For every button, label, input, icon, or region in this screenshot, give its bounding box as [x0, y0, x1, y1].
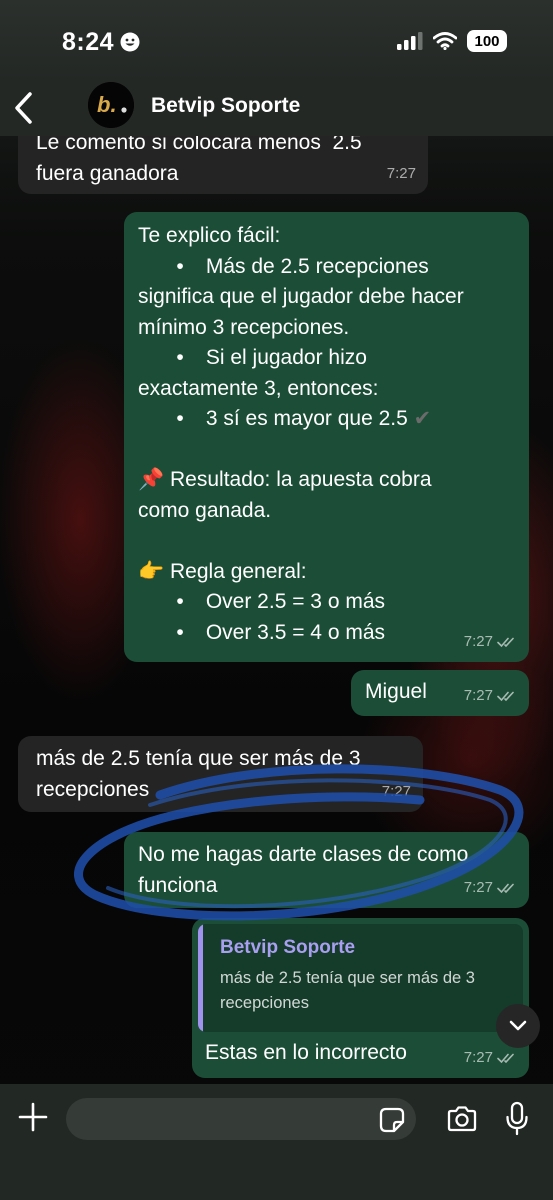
read-ticks-icon	[497, 1053, 514, 1063]
bullet: •	[176, 407, 184, 430]
message-line: mínimo 3 recepciones.	[138, 315, 350, 339]
message-meta: 7:27	[464, 873, 517, 904]
line-text: Regla general:	[170, 559, 307, 583]
message-time: 7:27	[463, 686, 493, 704]
message-meta: 7:27	[382, 777, 411, 808]
message-time: 7:27	[463, 878, 493, 896]
line-text: Más de 2.5 recepciones	[205, 254, 429, 278]
chat-header: b. Betvip Soporte	[0, 80, 553, 136]
message-line: • Over 3.5 = 4 o más	[138, 618, 515, 649]
contact-avatar[interactable]: b.	[88, 82, 134, 128]
message-time: 7:27	[386, 164, 416, 182]
chevron-down-icon	[509, 1020, 527, 1031]
message-line: • Over 2.5 = 3 o más	[138, 587, 515, 618]
plus-icon[interactable]	[18, 1102, 48, 1132]
message-meta: 7:27	[464, 1043, 517, 1074]
message-time: 7:27	[381, 782, 411, 800]
message-meta: 7:27	[464, 681, 517, 712]
line-text: Resultado: la apuesta cobra	[170, 468, 432, 491]
svg-text:b.: b.	[97, 92, 117, 117]
message-line: exactamente 3, entonces:	[138, 376, 379, 400]
line-text: Te explico fácil:	[138, 224, 281, 247]
cellular-signal-icon	[397, 32, 423, 50]
status-time: 8:24	[62, 28, 115, 56]
bullet: •	[176, 346, 184, 369]
bullet: •	[176, 254, 184, 278]
line-text: Over 3.5 = 4 o más	[205, 620, 386, 644]
sticker-icon[interactable]	[378, 1106, 406, 1134]
battery-indicator: 100	[467, 30, 507, 52]
back-chevron-icon[interactable]	[12, 90, 36, 126]
message-line: • 3 sí es mayor que 2.5 ✔	[138, 404, 515, 435]
message-text: Le comento si colocara menos 2.5 fuera g…	[36, 131, 362, 185]
message-text: más de 2.5 tenía que ser más de 3 recepc…	[36, 747, 361, 801]
camera-icon[interactable]	[446, 1104, 478, 1134]
bullet: •	[176, 590, 184, 613]
message-line	[138, 435, 515, 466]
message-time: 7:27	[463, 632, 493, 650]
quote-accent-bar	[198, 924, 203, 1032]
betvip-logo-icon: b.	[88, 82, 134, 128]
message-line: • Más de 2.5 recepciones	[138, 252, 515, 283]
focus-smiley-icon	[120, 32, 140, 52]
incoming-message[interactable]: más de 2.5 tenía que ser más de 3 recepc…	[18, 736, 423, 812]
composer-bar	[0, 1084, 553, 1200]
message-text: No me hagas darte clases de como funcion…	[138, 843, 469, 897]
line-text: Si el jugador hizo	[205, 346, 367, 369]
pushpin-icon: 📌	[138, 468, 165, 491]
message-list: Le comento si colocara menos 2.5 fuera g…	[0, 0, 553, 1200]
quoted-message[interactable]: Betvip Soporte más de 2.5 tenía que ser …	[198, 924, 523, 1032]
message-line: como ganada.	[138, 498, 272, 522]
pointing-hand-icon: 👉	[138, 559, 165, 583]
read-ticks-icon	[497, 691, 514, 701]
bullet: •	[176, 620, 184, 644]
wifi-icon	[433, 32, 457, 50]
message-line: Te explico fácil:	[138, 221, 515, 252]
check-mark-icon: ✔	[413, 407, 432, 430]
message-meta: 7:27	[387, 159, 416, 190]
scroll-to-bottom-button[interactable]	[496, 1004, 540, 1048]
quote-author: Betvip Soporte	[220, 937, 356, 958]
line-text: Over 2.5 = 3 o más	[205, 590, 386, 613]
line-text: 3 sí es mayor que 2.5	[205, 407, 408, 430]
outgoing-message[interactable]: Te explico fácil: • Más de 2.5 recepcion…	[124, 212, 529, 662]
read-ticks-icon	[497, 637, 514, 647]
outgoing-message[interactable]: Miguel 7:27	[351, 670, 529, 716]
message-line: 📌 Resultado: la apuesta cobra	[138, 465, 515, 496]
contact-name[interactable]: Betvip Soporte	[151, 94, 300, 118]
outgoing-message[interactable]: No me hagas darte clases de como funcion…	[124, 832, 529, 908]
status-indicators: 100	[397, 30, 507, 52]
read-ticks-icon	[497, 883, 514, 893]
outgoing-reply-message[interactable]: Betvip Soporte más de 2.5 tenía que ser …	[192, 918, 529, 1078]
status-bar: 8:24 100	[0, 0, 553, 80]
message-meta: 7:27	[464, 627, 517, 658]
message-line: 👉 Regla general:	[138, 557, 515, 588]
message-line: • Si el jugador hizo	[138, 343, 515, 374]
quote-text: más de 2.5 tenía que ser más de 3 recepc…	[220, 969, 475, 1012]
message-line: significa que el jugador debe hacer	[138, 285, 464, 308]
message-line	[138, 526, 515, 557]
message-text: Estas en lo incorrecto	[205, 1041, 407, 1064]
message-input[interactable]	[66, 1098, 416, 1140]
microphone-icon[interactable]	[505, 1101, 529, 1137]
message-time: 7:27	[463, 1048, 493, 1066]
